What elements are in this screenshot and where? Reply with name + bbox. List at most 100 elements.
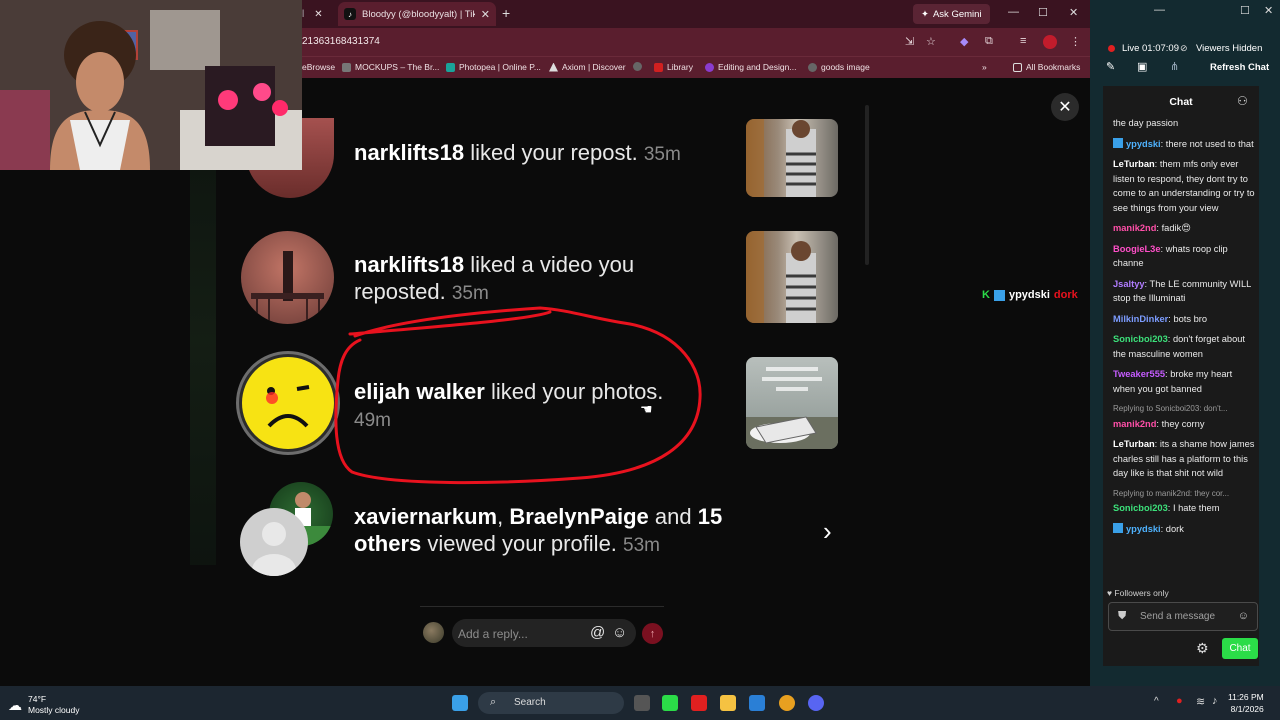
chat-username[interactable]: Tweaker555 [1113, 369, 1165, 379]
close-window-icon[interactable]: ✕ [1264, 4, 1273, 17]
notification-avatar[interactable] [241, 231, 334, 324]
emoji-icon[interactable]: ☺ [612, 624, 627, 641]
overlay-chat-user: ypydski [1008, 289, 1050, 301]
notification-item[interactable]: narklifts18 liked your repost. 35m [354, 139, 724, 168]
notification-item[interactable]: xaviernarkum, BraelynPaige and 15 others… [354, 503, 774, 559]
chat-username[interactable]: MilkinDinker [1113, 314, 1168, 324]
chat-username[interactable]: ypydski [1126, 524, 1161, 534]
bookmark-4[interactable] [633, 62, 642, 71]
wifi-icon[interactable]: ≋ [1196, 695, 1205, 708]
chat-send-button[interactable]: Chat [1222, 638, 1258, 659]
youtube-icon[interactable] [691, 695, 707, 711]
close-icon[interactable]: ✕ [481, 8, 490, 21]
bookmark-5[interactable]: Library [654, 62, 693, 72]
tab-previous[interactable]: l ✕ [302, 2, 334, 26]
notification-thumbnail[interactable] [746, 231, 838, 323]
chat-username[interactable]: ypydski [1126, 139, 1161, 149]
scrollbar[interactable] [865, 105, 869, 265]
bookmark-icon [342, 62, 351, 72]
emoji-icon[interactable]: ☺ [1238, 610, 1249, 622]
close-window-icon[interactable]: ✕ [1069, 6, 1078, 19]
bookmark-7[interactable]: goods image [808, 62, 870, 72]
chrome-icon[interactable] [779, 695, 795, 711]
chevron-right-icon[interactable]: › [823, 516, 832, 547]
notification-user[interactable]: narklifts18 [354, 252, 464, 277]
bookmark-2[interactable]: Photopea | Online P... [446, 62, 541, 72]
share-icon[interactable]: ⋔ [1170, 60, 1179, 73]
weather-widget[interactable]: ☁ 74°F Mostly cloudy [8, 694, 80, 716]
tiktok-icon: ♪ [344, 8, 356, 20]
notification-user[interactable]: narklifts18 [354, 140, 464, 165]
bookmark-6[interactable]: Editing and Design... [705, 62, 796, 72]
chat-username[interactable]: Sonicboi203 [1113, 334, 1168, 344]
overlay-chat-line: K ypydski dork [982, 289, 1078, 301]
volume-icon[interactable]: ♪ [1212, 695, 1218, 707]
send-button[interactable]: ↑ [642, 623, 663, 644]
chat-username[interactable]: LeTurban [1113, 159, 1155, 169]
chevron-up-icon[interactable]: ^ [1154, 696, 1159, 707]
minimize-icon[interactable]: — [1008, 6, 1019, 18]
start-icon[interactable] [452, 695, 468, 711]
mention-icon[interactable]: @ [590, 624, 605, 641]
folder-icon[interactable] [720, 695, 736, 711]
send-message-input[interactable]: ⛊ Send a message ☺ [1108, 602, 1258, 631]
taskbar-search[interactable]: ⌕ Search [478, 692, 624, 714]
refresh-chat-button[interactable]: Refresh Chat [1210, 62, 1269, 73]
profile-avatar[interactable] [1043, 35, 1057, 49]
discord-icon[interactable] [808, 695, 824, 711]
close-icon[interactable]: ✕ [314, 9, 322, 20]
bookmark-1[interactable]: MOCKUPS – The Br... [342, 62, 439, 72]
divider [420, 606, 664, 607]
media-icon[interactable]: ≡ [1020, 35, 1026, 47]
install-icon[interactable]: ⇲ [905, 35, 914, 48]
gear-icon[interactable]: ⚙ [1196, 640, 1209, 657]
all-bookmarks[interactable]: All Bookmarks [1013, 62, 1080, 72]
cloud-icon: ☁ [8, 696, 22, 713]
notification-others[interactable]: others [354, 531, 421, 556]
close-modal-button[interactable]: ✕ [1051, 93, 1079, 121]
notification-avatar-default[interactable] [240, 508, 308, 576]
maximize-icon[interactable]: ☐ [1240, 4, 1250, 17]
taskbar-clock[interactable]: 11:26 PM 8/1/2026 [1228, 691, 1264, 715]
chat-username[interactable]: BoogieL3e [1113, 244, 1161, 254]
app-icon[interactable] [662, 695, 678, 711]
puzzle-icon[interactable]: ⧉ [985, 35, 993, 48]
ask-gemini-button[interactable]: ✦ Ask Gemini [913, 4, 990, 24]
live-label: Live [1122, 43, 1140, 54]
badge-icon [1113, 137, 1123, 148]
chat-username[interactable]: manik2nd [1113, 419, 1156, 429]
chat-message: manik2nd: they corny [1113, 418, 1205, 429]
notification-user[interactable]: xaviernarkum [354, 504, 497, 529]
notification-item[interactable]: narklifts18 liked a video you reposted. … [354, 251, 694, 307]
notification-action: liked your repost. [470, 140, 638, 165]
mail-icon[interactable] [749, 695, 765, 711]
chat-username[interactable]: manik2nd [1113, 223, 1156, 233]
notification-user[interactable]: BraelynPaige [509, 504, 648, 529]
webcam-overlay [0, 0, 302, 170]
bookmarks-overflow[interactable]: » [982, 62, 987, 72]
users-icon[interactable]: ⚇ [1237, 94, 1248, 108]
chat-username[interactable]: Sonicboi203 [1113, 503, 1168, 513]
mic-icon[interactable]: ● [1176, 695, 1183, 707]
notification-thumbnail[interactable] [746, 119, 838, 197]
star-icon[interactable]: ☆ [926, 35, 936, 48]
reply-input[interactable]: Add a reply... [452, 619, 636, 647]
chat-username[interactable]: LeTurban [1113, 439, 1155, 449]
weather-desc: Mostly cloudy [28, 705, 80, 715]
extension-purple-icon[interactable]: ◆ [960, 35, 968, 48]
bookmark-0[interactable]: eBrowse [302, 62, 335, 72]
maximize-icon[interactable]: ☐ [1038, 6, 1048, 19]
notification-thumbnail[interactable] [746, 357, 838, 449]
task-view-icon[interactable] [634, 695, 650, 711]
chat-text: bots bro [1173, 313, 1208, 324]
tab-tiktok[interactable]: ♪ Bloodyy (@bloodyyalt) | TikTok ✕ [338, 2, 496, 26]
mod-icon[interactable]: ▣ [1137, 60, 1147, 73]
new-tab-button[interactable]: + [502, 5, 510, 21]
kebab-menu-icon[interactable]: ⋮ [1070, 35, 1081, 48]
bookmark-3[interactable]: Axiom | Discover [549, 62, 626, 72]
notification-avatar[interactable] [236, 351, 340, 455]
chat-username[interactable]: Jsaltyy [1113, 279, 1145, 289]
minimize-icon[interactable]: — [1154, 4, 1165, 16]
pencil-icon[interactable]: ✎ [1106, 60, 1115, 73]
url-text[interactable]: 21363168431374 [302, 36, 380, 47]
